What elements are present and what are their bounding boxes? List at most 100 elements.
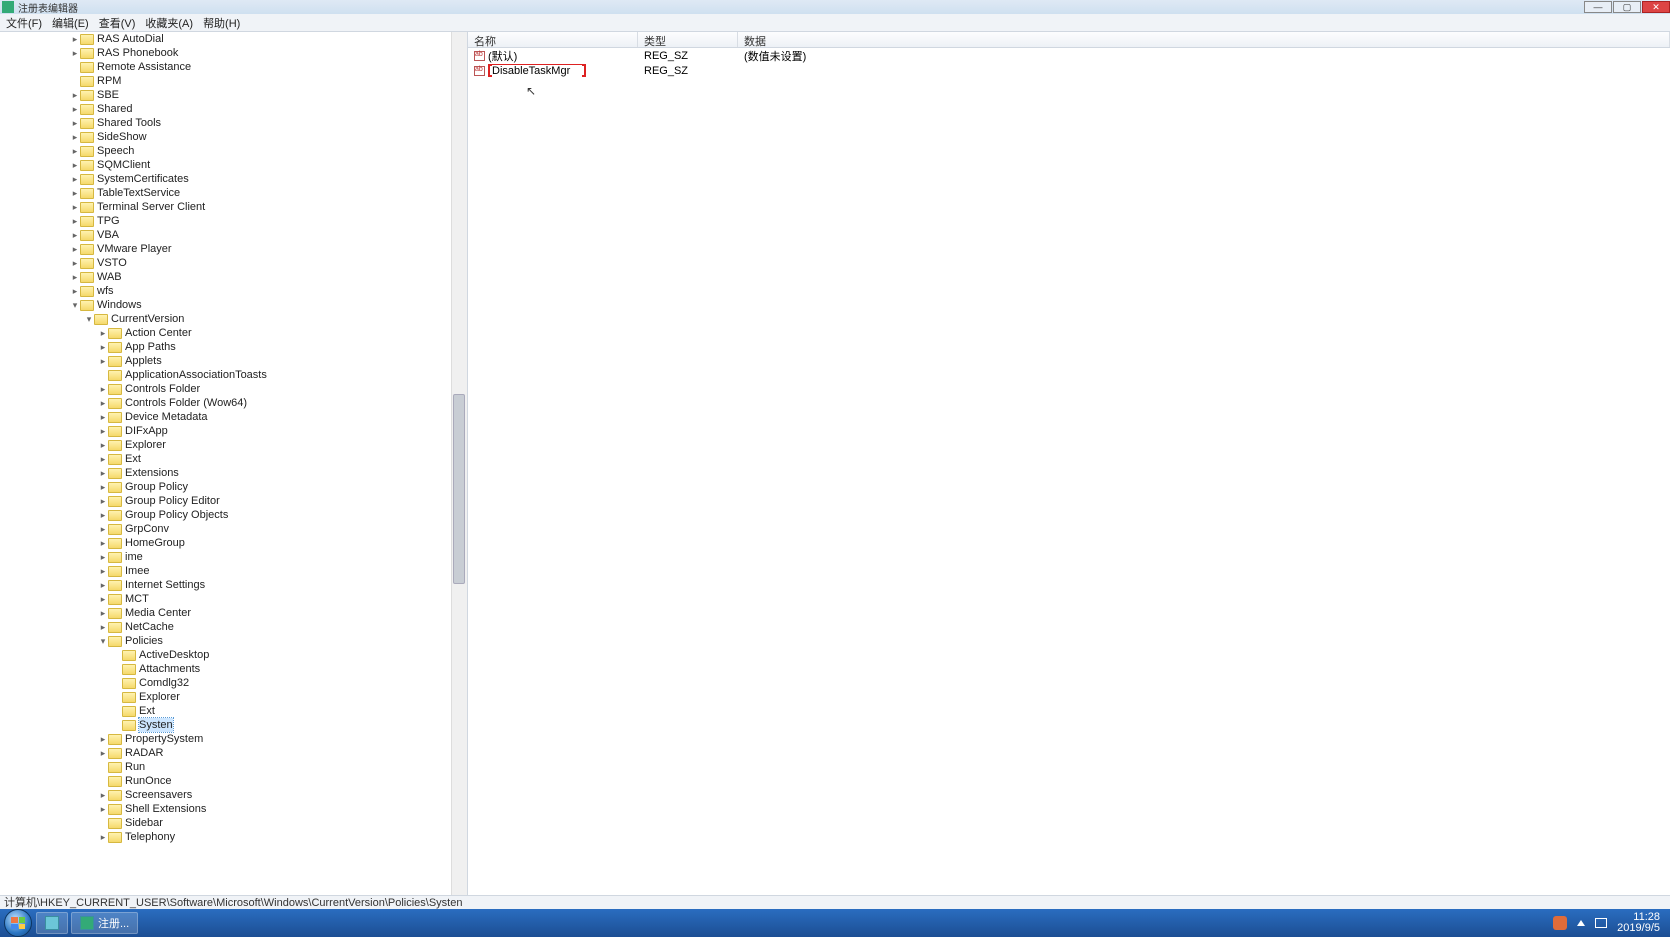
expand-arrow-icon[interactable]: ▸ [70, 88, 80, 102]
expand-arrow-icon[interactable]: ▾ [98, 634, 108, 648]
tree-item[interactable]: ▸Shared [0, 102, 467, 116]
tree-item[interactable]: ▸Comdlg32 [0, 676, 467, 690]
taskbar-item-explorer[interactable] [36, 912, 68, 934]
expand-arrow-icon[interactable]: ▸ [70, 270, 80, 284]
tree-scrollbar[interactable] [451, 32, 467, 895]
action-center-icon[interactable] [1595, 918, 1607, 928]
expand-arrow-icon[interactable]: ▸ [98, 802, 108, 816]
tree-item[interactable]: ▸Run [0, 760, 467, 774]
tree-item[interactable]: ▸Remote Assistance [0, 60, 467, 74]
expand-arrow-icon[interactable]: ▸ [98, 732, 108, 746]
tree-item[interactable]: ▸Shared Tools [0, 116, 467, 130]
tree-item[interactable]: ▸Controls Folder (Wow64) [0, 396, 467, 410]
expand-arrow-icon[interactable]: ▸ [70, 172, 80, 186]
tree-item[interactable]: ▾Windows [0, 298, 467, 312]
tree-item[interactable]: ▸MCT [0, 592, 467, 606]
ime-icon[interactable] [1553, 916, 1567, 930]
menu-edit[interactable]: 编辑(E) [52, 15, 89, 31]
tree-item[interactable]: ▸SBE [0, 88, 467, 102]
expand-arrow-icon[interactable]: ▸ [98, 788, 108, 802]
registry-value-row[interactable]: (默认)REG_SZ(数值未设置) [468, 48, 1670, 63]
expand-arrow-icon[interactable]: ▸ [98, 508, 108, 522]
tree-item[interactable]: ▸RAS Phonebook [0, 46, 467, 60]
tree-item[interactable]: ▸NetCache [0, 620, 467, 634]
expand-arrow-icon[interactable]: ▸ [70, 102, 80, 116]
expand-arrow-icon[interactable]: ▸ [98, 550, 108, 564]
tree-item[interactable]: ▸VMware Player [0, 242, 467, 256]
tree-item[interactable]: ▸Extensions [0, 466, 467, 480]
tree-item[interactable]: ▸Action Center [0, 326, 467, 340]
clock[interactable]: 11:28 2019/9/5 [1617, 912, 1660, 934]
tree-item[interactable]: ▸WAB [0, 270, 467, 284]
expand-arrow-icon[interactable]: ▸ [98, 396, 108, 410]
tree-item[interactable]: ▸Group Policy Objects [0, 508, 467, 522]
tree-item[interactable]: ▸RunOnce [0, 774, 467, 788]
tree-item[interactable]: ▸VBA [0, 228, 467, 242]
expand-arrow-icon[interactable]: ▸ [98, 410, 108, 424]
tree-item[interactable]: ▸SideShow [0, 130, 467, 144]
expand-arrow-icon[interactable]: ▸ [98, 564, 108, 578]
menu-help[interactable]: 帮助(H) [203, 15, 240, 31]
tree-item[interactable]: ▸PropertySystem [0, 732, 467, 746]
tree-item[interactable]: ▸App Paths [0, 340, 467, 354]
tree-item[interactable]: ▸Telephony [0, 830, 467, 844]
value-name-input[interactable] [492, 65, 582, 77]
tray-expand-icon[interactable] [1577, 920, 1585, 926]
tree-item[interactable]: ▸Shell Extensions [0, 802, 467, 816]
tree-item[interactable]: ▸Group Policy Editor [0, 494, 467, 508]
expand-arrow-icon[interactable]: ▸ [98, 578, 108, 592]
tree-item[interactable]: ▸Explorer [0, 690, 467, 704]
expand-arrow-icon[interactable]: ▸ [70, 228, 80, 242]
expand-arrow-icon[interactable]: ▸ [70, 214, 80, 228]
tree-item[interactable]: ▸Ext [0, 452, 467, 466]
tree-item[interactable]: ▸SQMClient [0, 158, 467, 172]
expand-arrow-icon[interactable]: ▸ [70, 186, 80, 200]
tree-item[interactable]: ▸Speech [0, 144, 467, 158]
tree-item[interactable]: ▸SystemCertificates [0, 172, 467, 186]
expand-arrow-icon[interactable]: ▾ [70, 298, 80, 312]
expand-arrow-icon[interactable]: ▸ [98, 620, 108, 634]
tree-item[interactable]: ▾Policies [0, 634, 467, 648]
expand-arrow-icon[interactable]: ▸ [98, 592, 108, 606]
expand-arrow-icon[interactable]: ▸ [70, 32, 80, 46]
taskbar-item-regedit[interactable]: 注册... [71, 912, 138, 934]
expand-arrow-icon[interactable]: ▾ [84, 312, 94, 326]
close-button[interactable]: ✕ [1642, 1, 1670, 13]
minimize-button[interactable]: — [1584, 1, 1612, 13]
tree-item[interactable]: ▸RADAR [0, 746, 467, 760]
menu-view[interactable]: 查看(V) [99, 15, 136, 31]
expand-arrow-icon[interactable]: ▸ [98, 466, 108, 480]
expand-arrow-icon[interactable]: ▸ [70, 242, 80, 256]
expand-arrow-icon[interactable]: ▸ [98, 746, 108, 760]
scroll-thumb[interactable] [453, 394, 465, 584]
registry-value-row[interactable]: REG_SZ [468, 63, 1670, 78]
tree-item[interactable]: ▸ApplicationAssociationToasts [0, 368, 467, 382]
tree-item[interactable]: ▸Terminal Server Client [0, 200, 467, 214]
tree-item[interactable]: ▸Ext [0, 704, 467, 718]
expand-arrow-icon[interactable]: ▸ [70, 46, 80, 60]
tree-item[interactable]: ▸Media Center [0, 606, 467, 620]
expand-arrow-icon[interactable]: ▸ [98, 382, 108, 396]
maximize-button[interactable]: ▢ [1613, 1, 1641, 13]
tree-item[interactable]: ▸Internet Settings [0, 578, 467, 592]
start-button[interactable] [4, 909, 32, 937]
menu-favorites[interactable]: 收藏夹(A) [145, 15, 193, 31]
expand-arrow-icon[interactable]: ▸ [70, 256, 80, 270]
tree-item[interactable]: ▸Controls Folder [0, 382, 467, 396]
expand-arrow-icon[interactable]: ▸ [98, 326, 108, 340]
tree-item[interactable]: ▸RPM [0, 74, 467, 88]
tree-item[interactable]: ▸DIFxApp [0, 424, 467, 438]
expand-arrow-icon[interactable]: ▸ [70, 158, 80, 172]
expand-arrow-icon[interactable]: ▸ [98, 438, 108, 452]
expand-arrow-icon[interactable]: ▸ [70, 200, 80, 214]
expand-arrow-icon[interactable]: ▸ [98, 606, 108, 620]
menu-file[interactable]: 文件(F) [6, 15, 42, 31]
expand-arrow-icon[interactable]: ▸ [98, 536, 108, 550]
expand-arrow-icon[interactable]: ▸ [70, 144, 80, 158]
tree-item[interactable]: ▸HomeGroup [0, 536, 467, 550]
tree-item[interactable]: ▸Systen [0, 718, 467, 732]
expand-arrow-icon[interactable]: ▸ [98, 452, 108, 466]
column-name[interactable]: 名称 [468, 32, 638, 47]
expand-arrow-icon[interactable]: ▸ [98, 340, 108, 354]
tree-item[interactable]: ▸GrpConv [0, 522, 467, 536]
